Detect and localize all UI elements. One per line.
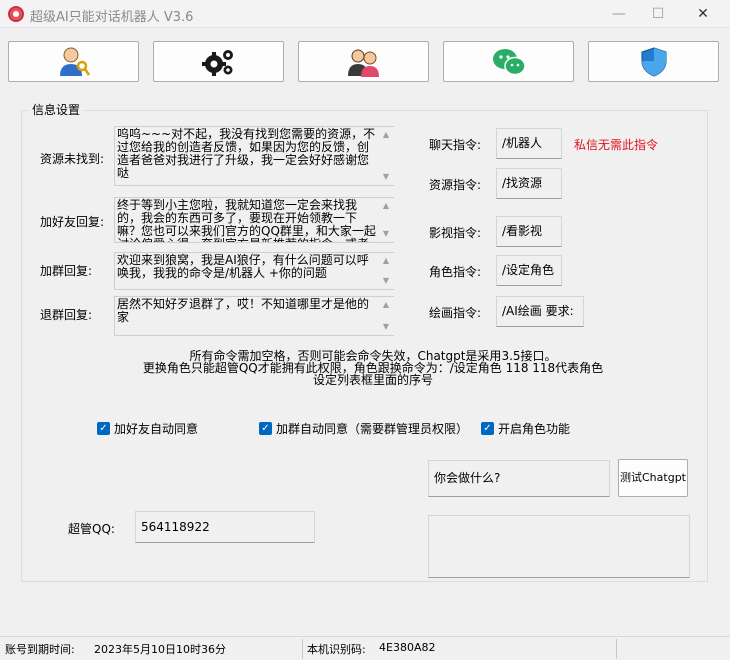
command-label-role: 角色指令: bbox=[429, 265, 482, 279]
security-button[interactable] bbox=[588, 41, 719, 82]
machine-id-label: 本机识别码: bbox=[307, 643, 366, 656]
enable-role-checkbox[interactable]: ✓ 开启角色功能 bbox=[481, 420, 570, 437]
auto-accept-friend-checkbox[interactable]: ✓ 加好友自动同意 bbox=[97, 420, 198, 437]
reply-not-found-textarea[interactable]: 呜呜~~~对不起，我没有找到您需要的资源，不过您给我的创造者反馈，如果因为您的反… bbox=[114, 126, 394, 186]
reply-add-friend-scrollbar[interactable]: ▲ ▼ bbox=[378, 198, 394, 242]
command-label-video: 影视指令: bbox=[429, 226, 482, 240]
status-bar: 账号到期时间: 2023年5月10日10时36分 本机识别码: 4E380A82 bbox=[0, 636, 730, 660]
test-chatgpt-button[interactable]: 测试Chatgpt bbox=[618, 459, 688, 497]
command-role-input[interactable]: /设定角色 bbox=[496, 255, 562, 286]
reply-add-friend-text: 终于等到小主您啦，我就知道您一定会来找我的，我会的东西可多了，要现在开始领教一下… bbox=[117, 198, 376, 243]
command-draw-input[interactable]: /AI绘画 要求: bbox=[496, 296, 584, 327]
status-divider bbox=[302, 639, 303, 659]
scroll-down-icon[interactable]: ▼ bbox=[378, 228, 394, 240]
checkbox-checked-icon[interactable]: ✓ bbox=[481, 422, 494, 435]
scroll-up-icon[interactable]: ▲ bbox=[378, 129, 394, 141]
settings-button[interactable] bbox=[153, 41, 284, 82]
private-note: 私信无需此指令 bbox=[574, 138, 659, 152]
machine-id-value: 4E380A82 bbox=[379, 641, 436, 654]
command-label-draw: 绘画指令: bbox=[429, 306, 482, 320]
command-label-resource: 资源指令: bbox=[429, 178, 482, 192]
scroll-up-icon[interactable]: ▲ bbox=[378, 255, 394, 267]
reply-leave-group-scrollbar[interactable]: ▲ ▼ bbox=[378, 297, 394, 335]
command-video-input[interactable]: /看影视 bbox=[496, 216, 562, 247]
note-line-3: 设定列表框里面的序号 bbox=[312, 373, 433, 387]
enable-role-label: 开启角色功能 bbox=[498, 422, 571, 436]
reply-label-leave-group: 退群回复: bbox=[40, 308, 93, 322]
scroll-down-icon[interactable]: ▼ bbox=[378, 275, 394, 287]
reply-join-group-text: 欢迎来到狼窝，我是AI狼仔，有什么问题可以呼唤我，我我的命令是/机器人 +你的问… bbox=[117, 253, 369, 280]
user-key-icon bbox=[59, 47, 90, 76]
command-chat-input[interactable]: /机器人 bbox=[496, 128, 562, 159]
reply-not-found-text: 呜呜~~~对不起，我没有找到您需要的资源，不过您给我的创造者反馈，如果因为您的反… bbox=[117, 127, 376, 180]
scroll-down-icon[interactable]: ▼ bbox=[378, 171, 394, 183]
command-label-chat: 聊天指令: bbox=[429, 138, 482, 152]
wechat-button[interactable] bbox=[443, 41, 574, 82]
reply-label-join-group: 加群回复: bbox=[40, 264, 93, 278]
admin-qq-label: 超管QQ: bbox=[68, 522, 115, 536]
settings-group-title: 信息设置 bbox=[29, 101, 84, 118]
checkbox-checked-icon[interactable]: ✓ bbox=[97, 422, 110, 435]
wechat-icon bbox=[492, 48, 526, 75]
expire-label: 账号到期时间: bbox=[5, 643, 75, 656]
reply-join-group-textarea[interactable]: 欢迎来到狼窝，我是AI狼仔，有什么问题可以呼唤我，我我的命令是/机器人 +你的问… bbox=[114, 252, 394, 290]
test-output-area[interactable] bbox=[428, 515, 690, 578]
status-divider bbox=[616, 639, 617, 659]
reply-label-not-found: 资源未找到: bbox=[40, 152, 105, 166]
auto-accept-friend-label: 加好友自动同意 bbox=[114, 422, 199, 436]
maximize-button[interactable]: ☐ bbox=[648, 4, 668, 24]
auto-accept-group-checkbox[interactable]: ✓ 加群自动同意（需要群管理员权限） bbox=[259, 420, 468, 437]
reply-label-add-friend: 加好友回复: bbox=[40, 215, 105, 229]
expire-value: 2023年5月10日10时36分 bbox=[94, 643, 226, 656]
window-title: 超级AI只能对话机器人 V3.6 bbox=[30, 10, 194, 25]
roles-button[interactable] bbox=[298, 41, 429, 82]
reply-add-friend-textarea[interactable]: 终于等到小主您啦，我就知道您一定会来找我的，我会的东西可多了，要现在开始领教一下… bbox=[114, 197, 394, 243]
command-resource-input[interactable]: /找资源 bbox=[496, 168, 562, 199]
close-button[interactable]: ✕ bbox=[693, 4, 713, 24]
scroll-up-icon[interactable]: ▲ bbox=[378, 200, 394, 212]
reply-not-found-scrollbar[interactable]: ▲ ▼ bbox=[378, 127, 394, 185]
users-icon bbox=[347, 49, 379, 77]
shield-icon bbox=[641, 46, 666, 77]
scroll-down-icon[interactable]: ▼ bbox=[378, 321, 394, 333]
app-logo-icon bbox=[8, 6, 24, 22]
reply-join-group-scrollbar[interactable]: ▲ ▼ bbox=[378, 253, 394, 289]
test-question-input[interactable]: 你会做什么? bbox=[428, 460, 610, 497]
checkbox-checked-icon[interactable]: ✓ bbox=[259, 422, 272, 435]
admin-qq-input[interactable]: 564118922 bbox=[135, 511, 315, 543]
reply-leave-group-text: 居然不知好歹退群了，哎！不知道哪里才是他的家 bbox=[117, 297, 370, 324]
account-button[interactable] bbox=[8, 41, 139, 82]
reply-leave-group-textarea[interactable]: 居然不知好歹退群了，哎！不知道哪里才是他的家 ▲ ▼ bbox=[114, 296, 394, 336]
gears-icon bbox=[201, 49, 233, 76]
auto-accept-group-label: 加群自动同意（需要群管理员权限） bbox=[276, 422, 469, 436]
title-bar: 超级AI只能对话机器人 V3.6 — ☐ ✕ bbox=[0, 0, 730, 28]
minimize-button[interactable]: — bbox=[609, 4, 629, 24]
scroll-up-icon[interactable]: ▲ bbox=[378, 299, 394, 311]
